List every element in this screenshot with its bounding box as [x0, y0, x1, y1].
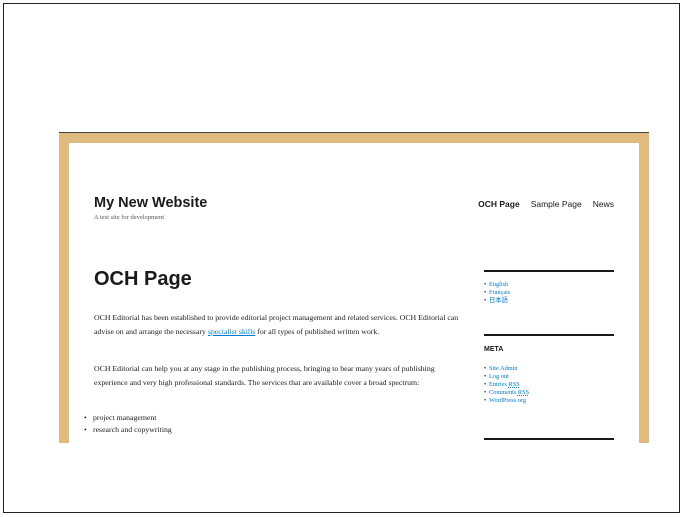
- entries-rss-link[interactable]: Entries RSS: [484, 381, 529, 389]
- nav-item-sample-page[interactable]: Sample Page: [531, 199, 582, 209]
- intro-paragraph: OCH Editorial has been established to pr…: [94, 311, 466, 338]
- list-item: research and copywriting: [84, 424, 172, 436]
- meta-widget-title: META: [484, 346, 504, 353]
- language-japanese-link[interactable]: 日本語: [484, 297, 510, 305]
- language-list: English Français 日本語: [484, 281, 510, 305]
- list-item: project management: [84, 412, 172, 424]
- screenshot-frame: My New Website A test site for developme…: [3, 3, 680, 513]
- log-out-link[interactable]: Log out: [484, 373, 529, 381]
- widget-divider: [484, 334, 614, 336]
- comments-rss-link[interactable]: Comments RSS: [484, 389, 530, 397]
- language-french-link[interactable]: Français: [484, 289, 510, 297]
- widget-divider: [484, 270, 614, 272]
- services-list: project management research and copywrit…: [84, 412, 172, 436]
- meta-list: Site Admin Log out Entries RSS Comments …: [484, 365, 530, 406]
- wordpress-org-link[interactable]: WordPress.org: [484, 397, 529, 405]
- intro-text-end: for all types of published written work.: [255, 326, 380, 336]
- entries-label: Entries: [489, 381, 507, 389]
- browser-viewport[interactable]: My New Website A test site for developme…: [59, 132, 649, 443]
- site-tagline: A test site for development: [94, 214, 165, 221]
- widget-divider: [484, 438, 614, 440]
- nav-item-och-page[interactable]: OCH Page: [478, 199, 520, 209]
- comments-label: Comments: [489, 389, 517, 397]
- nav-item-news[interactable]: News: [593, 199, 614, 209]
- site-title[interactable]: My New Website: [94, 195, 207, 211]
- rss-abbr: RSS: [508, 381, 520, 389]
- main-navigation: OCH Page Sample Page News: [478, 199, 614, 209]
- site-admin-link[interactable]: Site Admin: [484, 365, 529, 373]
- language-english-link[interactable]: English: [484, 281, 510, 289]
- services-paragraph: OCH Editorial can help you at any stage …: [94, 364, 435, 387]
- page-content: My New Website A test site for developme…: [69, 143, 639, 443]
- page-title: OCH Page: [94, 268, 192, 290]
- specialist-skills-link[interactable]: specialist skills: [208, 327, 255, 336]
- rss-abbr: RSS: [517, 389, 530, 397]
